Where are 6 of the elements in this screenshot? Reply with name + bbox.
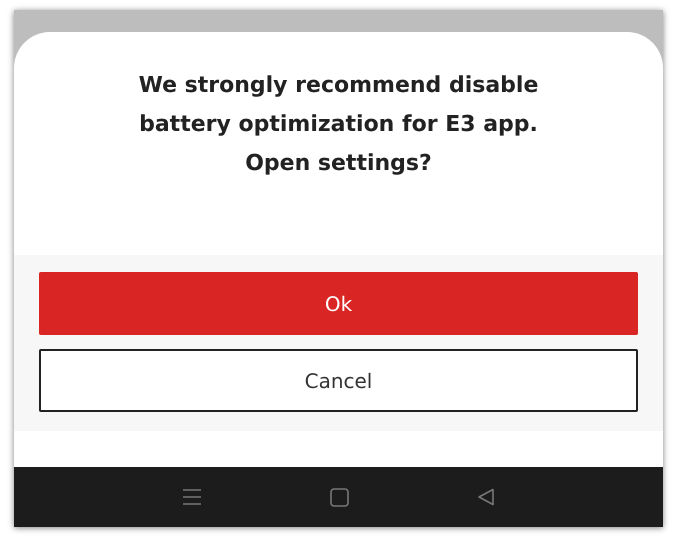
ok-button[interactable]: Ok: [39, 272, 638, 335]
back-icon[interactable]: [477, 488, 495, 506]
dialog-message: We strongly recommend disable battery optimization for E3 app. Open settings?: [138, 72, 540, 178]
cancel-button[interactable]: Cancel: [39, 349, 638, 412]
menu-icon[interactable]: [182, 487, 202, 507]
home-icon[interactable]: [330, 488, 349, 506]
